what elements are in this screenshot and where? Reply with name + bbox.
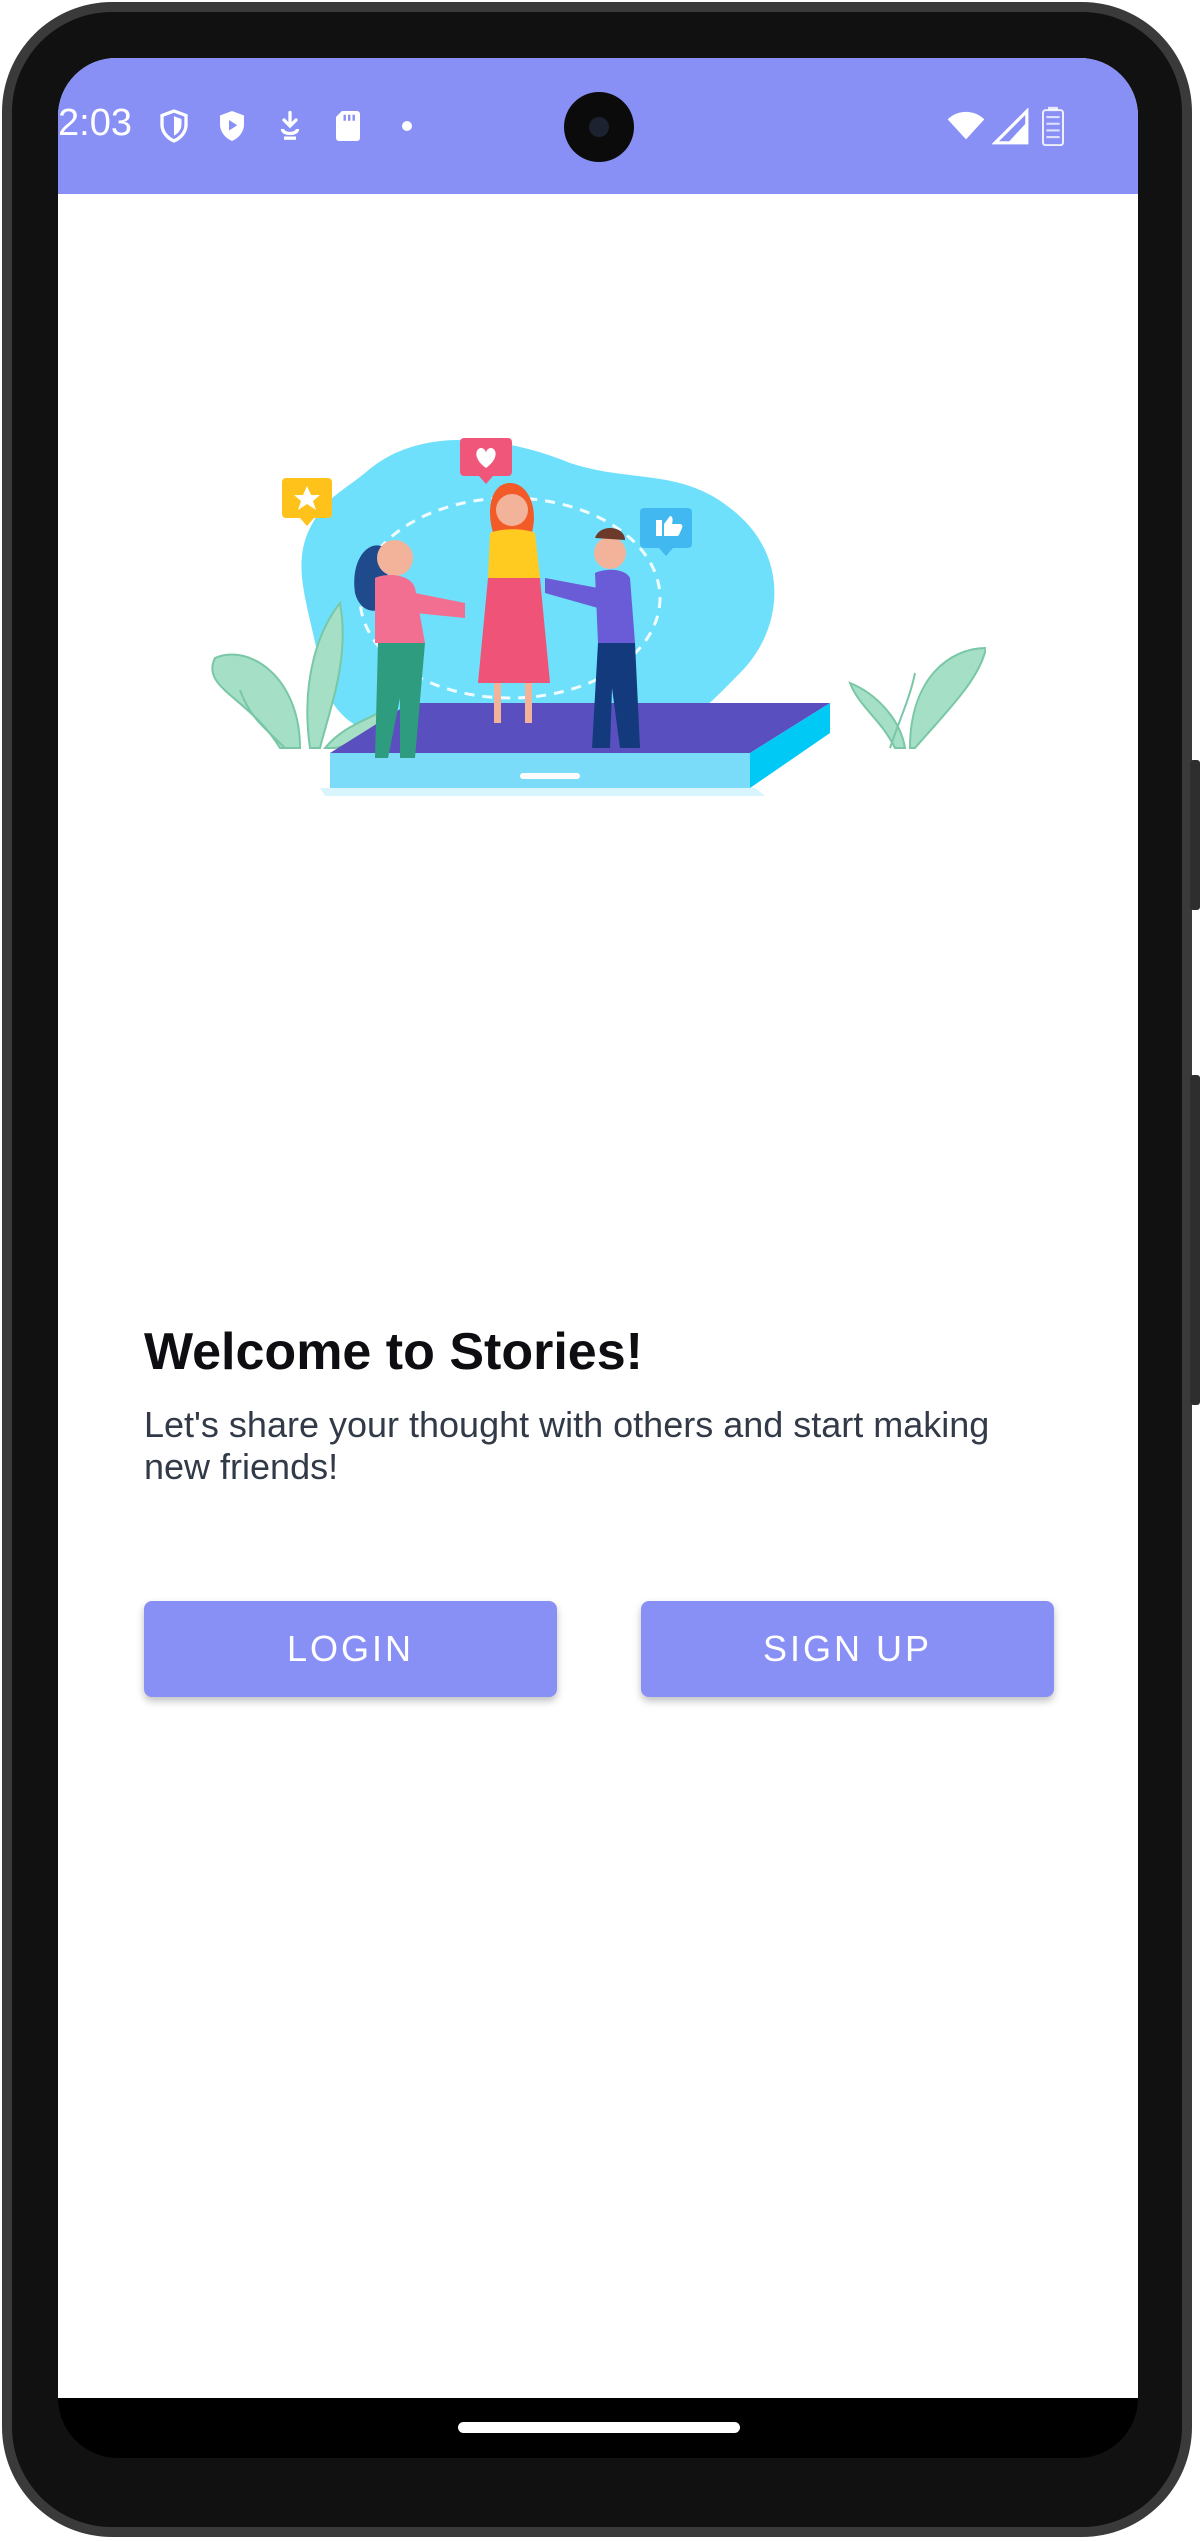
sd-card-icon (336, 111, 360, 141)
app-screen: 2:03 Welcome to Stories! Let's share you… (58, 58, 1138, 2398)
power-button (1190, 760, 1200, 910)
signal-icon (992, 108, 1029, 145)
status-bar: 2:03 (58, 58, 1138, 194)
volume-button (1190, 1075, 1200, 1405)
signup-button[interactable]: SIGN UP (641, 1601, 1054, 1697)
device-frame: 2:03 Welcome to Stories! Let's share you… (0, 0, 1200, 2541)
shield-icon (160, 109, 188, 143)
wifi-icon (947, 111, 985, 140)
notification-dot-icon (402, 121, 412, 131)
welcome-title: Welcome to Stories! (144, 1323, 643, 1381)
status-time: 2:03 (58, 102, 132, 144)
battery-icon (1042, 106, 1064, 146)
home-gesture-handle[interactable] (458, 2422, 740, 2433)
welcome-subtitle: Let's share your thought with others and… (144, 1404, 990, 1487)
front-camera (564, 92, 634, 162)
login-button[interactable]: LOGIN (144, 1601, 557, 1697)
download-icon (280, 110, 300, 140)
people-sharing-illustration (211, 438, 986, 796)
play-protect-icon (220, 111, 244, 141)
